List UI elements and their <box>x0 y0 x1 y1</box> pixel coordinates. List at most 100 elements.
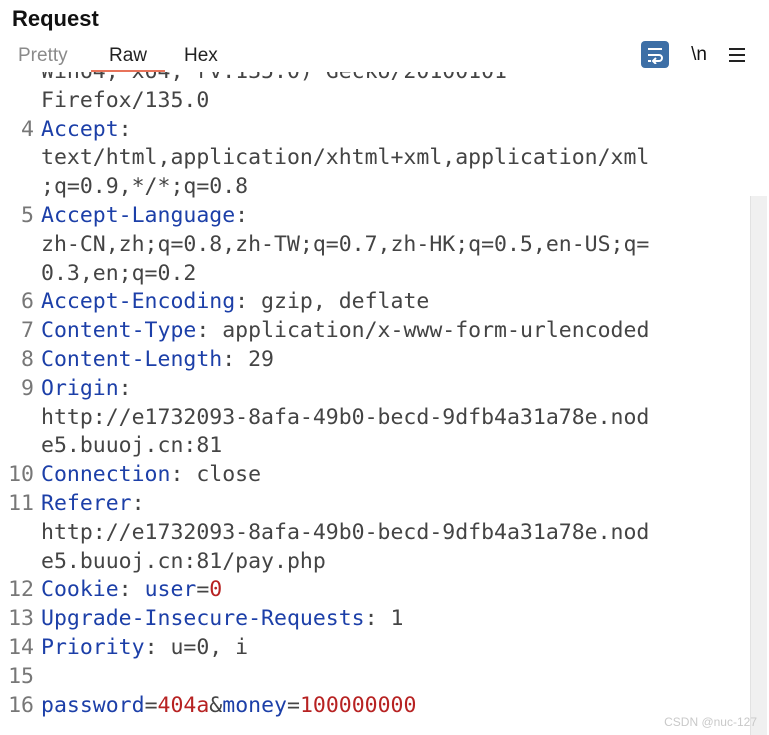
editor-line: 0.3,en;q=0.2 <box>0 260 750 289</box>
editor-line: 12 Cookie: user=0 <box>0 576 750 605</box>
editor-line: 6 Accept-Encoding: gzip, deflate <box>0 288 750 317</box>
header-value: : application/x-www-form-urlencoded <box>196 318 650 344</box>
header-key: user <box>144 577 197 603</box>
line-number: 4 <box>21 116 34 142</box>
header-key: Referer <box>41 490 132 516</box>
line-text: Content-Type: application/x-www-form-url… <box>41 317 649 346</box>
line-text: text/html,application/xhtml+xml,applicat… <box>41 144 649 173</box>
line-number: 13 <box>8 606 34 632</box>
line-text: 0.3,en;q=0.2 <box>41 260 196 289</box>
editor-line: 5 Accept-Language: <box>0 202 750 231</box>
editor-line: 14 Priority: u=0, i <box>0 634 750 663</box>
header-value: : 29 <box>222 346 274 372</box>
editor-line: text/html,application/xhtml+xml,applicat… <box>0 144 750 173</box>
header-value: = <box>286 692 300 718</box>
line-text: Referer: <box>41 490 145 519</box>
tab-raw[interactable]: Raw <box>109 45 147 67</box>
header-value: : <box>118 577 145 603</box>
editor-line: 15 <box>0 663 750 692</box>
header-value: http://e1732093-8afa-49b0-becd-9dfb4a31a… <box>41 404 650 430</box>
header-value: : u=0, i <box>144 634 249 660</box>
line-number: 12 <box>8 577 34 603</box>
tab-pretty[interactable]: Pretty <box>18 45 68 67</box>
line-text: ;q=0.9,*/*;q=0.8 <box>41 173 248 202</box>
line-text: Upgrade-Insecure-Requests: 1 <box>41 605 403 634</box>
editor-line: e5.buuoj.cn:81/pay.php <box>0 548 750 577</box>
header-value: text/html,application/xhtml+xml,applicat… <box>41 145 650 171</box>
header-value: & <box>209 692 223 718</box>
vertical-scrollbar[interactable] <box>750 196 767 735</box>
header-key: Connection <box>41 462 171 488</box>
line-text: Accept-Encoding: gzip, deflate <box>41 288 429 317</box>
header-value: Win64; x64; rv:135.0) Gecko/20100101 <box>41 72 507 84</box>
editor-line: 10 Connection: close <box>0 461 750 490</box>
header-key: Accept-Language <box>41 202 236 228</box>
header-value: e5.buuoj.cn:81/pay.php <box>41 548 326 574</box>
editor-line: http://e1732093-8afa-49b0-becd-9dfb4a31a… <box>0 404 750 433</box>
editor-line: Firefox/135.0 <box>0 87 750 116</box>
line-text: Connection: close <box>41 461 261 490</box>
line-number: 7 <box>21 318 34 344</box>
wrap-lines-icon[interactable] <box>641 41 669 68</box>
editor-line: 16 password=404a&money=100000000 <box>0 692 750 721</box>
editor-line: ;q=0.9,*/*;q=0.8 <box>0 173 750 202</box>
line-text: Win64; x64; rv:135.0) Gecko/20100101 <box>41 72 507 87</box>
editor-line: 13 Upgrade-Insecure-Requests: 1 <box>0 605 750 634</box>
param-value: 0 <box>209 577 223 603</box>
panel-title: Request <box>12 6 99 31</box>
line-text: http://e1732093-8afa-49b0-becd-9dfb4a31a… <box>41 519 649 548</box>
line-number: 9 <box>21 375 34 401</box>
editor-line: http://e1732093-8afa-49b0-becd-9dfb4a31a… <box>0 519 750 548</box>
line-text: e5.buuoj.cn:81/pay.php <box>41 548 326 577</box>
header-value: : <box>235 202 249 228</box>
editor-line: zh-CN,zh;q=0.8,zh-TW;q=0.7,zh-HK;q=0.5,e… <box>0 231 750 260</box>
show-newlines-toggle[interactable]: \n <box>684 41 714 69</box>
header-value: : <box>118 375 132 401</box>
header-value: http://e1732093-8afa-49b0-becd-9dfb4a31a… <box>41 519 650 545</box>
line-text: e5.buuoj.cn:81 <box>41 432 222 461</box>
editor-line: 9 Origin: <box>0 375 750 404</box>
request-panel-header: Request Pretty Raw Hex \n <box>0 0 769 72</box>
editor-line: e5.buuoj.cn:81 <box>0 432 750 461</box>
raw-request-editor[interactable]: Win64; x64; rv:135.0) Gecko/20100101 Fire… <box>0 72 750 735</box>
line-number: 6 <box>21 289 34 315</box>
line-number: 14 <box>8 634 34 660</box>
line-text: Origin: <box>41 375 132 404</box>
header-value: zh-CN,zh;q=0.8,zh-TW;q=0.7,zh-HK;q=0.5,e… <box>41 231 650 257</box>
line-number: 8 <box>21 346 34 372</box>
line-number: 10 <box>8 462 34 488</box>
active-tab-indicator <box>91 70 165 72</box>
hamburger-menu-icon[interactable] <box>722 41 752 69</box>
tab-hex[interactable]: Hex <box>184 45 218 67</box>
editor-line: 11 Referer: <box>0 490 750 519</box>
editor-line: 8 Content-Length: 29 <box>0 346 750 375</box>
header-value: = <box>144 692 158 718</box>
editor-line: 4 Accept: <box>0 116 750 145</box>
param-value: 404a <box>157 692 210 718</box>
watermark: CSDN @nuc-127 <box>664 715 757 729</box>
header-value: 0.3,en;q=0.2 <box>41 260 197 286</box>
header-key: Cookie <box>41 577 119 603</box>
header-key: Content-Length <box>41 346 223 372</box>
line-text: zh-CN,zh;q=0.8,zh-TW;q=0.7,zh-HK;q=0.5,e… <box>41 231 649 260</box>
editor-lines: Win64; x64; rv:135.0) Gecko/20100101 Fire… <box>0 72 750 720</box>
header-key: Accept-Encoding <box>41 289 236 315</box>
line-text: Accept-Language: <box>41 202 248 231</box>
header-value: e5.buuoj.cn:81 <box>41 433 223 459</box>
line-number: 11 <box>8 490 34 516</box>
header-value: : <box>131 490 145 516</box>
header-key: Priority <box>41 634 145 660</box>
header-value: ;q=0.9,*/*;q=0.8 <box>41 174 249 200</box>
header-value: : gzip, deflate <box>235 289 430 315</box>
line-text: Accept: <box>41 116 132 145</box>
line-text: http://e1732093-8afa-49b0-becd-9dfb4a31a… <box>41 404 649 433</box>
line-text: Priority: u=0, i <box>41 634 248 663</box>
header-value: Firefox/135.0 <box>41 87 210 113</box>
header-key: Content-Type <box>41 318 197 344</box>
line-number: 16 <box>8 692 34 718</box>
line-text: password=404a&money=100000000 <box>41 692 416 721</box>
line-text: Content-Length: 29 <box>41 346 274 375</box>
header-value: : 1 <box>364 606 404 632</box>
line-text: Firefox/135.0 <box>41 87 209 116</box>
line-text: Cookie: user=0 <box>41 576 222 605</box>
